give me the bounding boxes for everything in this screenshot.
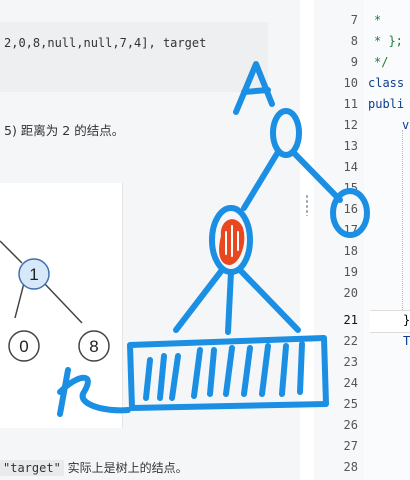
footnote-suffix: 实际上是树上的结点。 — [63, 461, 188, 475]
code-line-10[interactable]: class — [368, 73, 404, 94]
line-number: 15 — [343, 181, 358, 195]
tree-node-0-label: 0 — [19, 337, 28, 356]
line-number: 19 — [343, 265, 358, 279]
panel-splitter[interactable] — [300, 0, 314, 480]
line-number: 18 — [343, 244, 358, 258]
code-editor[interactable]: 7 8 9 10 11 12 13 14 15 16 17 18 19 20 2… — [314, 0, 410, 480]
line-number: 26 — [343, 418, 358, 432]
footnote-code: "target" — [0, 460, 64, 476]
tree-node-8-label: 8 — [89, 337, 98, 356]
line-number: 23 — [343, 355, 358, 369]
line-number: 27 — [343, 439, 358, 453]
line-number: 13 — [343, 139, 358, 153]
tree-edge — [14, 282, 25, 319]
line-number: 10 — [343, 76, 358, 90]
problem-description: 5) 距离为 2 的结点。 — [4, 123, 125, 138]
problem-panel: 2,0,8,null,null,7,4], target 5) 距离为 2 的结… — [0, 0, 300, 480]
splitter-grip-icon[interactable] — [305, 194, 309, 216]
line-number: 8 — [350, 34, 358, 48]
tree-edge — [43, 282, 83, 324]
line-number: 24 — [343, 376, 358, 390]
line-number: 28 — [343, 460, 358, 474]
tree-diagram: 1 0 8 — [0, 240, 110, 362]
code-line-12[interactable]: v — [402, 115, 409, 136]
code-line-22[interactable]: T — [403, 331, 410, 352]
line-number-active: 21 — [343, 313, 358, 327]
example-line-text: 2,0,8,null,null,7,4], target — [4, 36, 207, 50]
line-number-gutter: 7 8 9 10 11 12 13 14 15 16 17 18 19 20 2… — [314, 0, 364, 480]
line-number: 25 — [343, 397, 358, 411]
line-number: 9 — [350, 55, 358, 69]
tree-node-1-label: 1 — [29, 265, 38, 284]
indent-guide — [402, 130, 404, 310]
code-line-8[interactable]: * }; — [374, 31, 403, 52]
line-number: 11 — [343, 97, 358, 111]
line-number: 22 — [343, 334, 358, 348]
code-line-9[interactable]: */ — [374, 52, 388, 73]
line-number: 17 — [343, 223, 358, 237]
code-line-21[interactable]: } — [403, 310, 410, 331]
line-number: 14 — [343, 160, 358, 174]
line-number: 12 — [343, 118, 358, 132]
problem-footnote: "target" 实际上是树上的结点。 — [0, 459, 188, 476]
code-line-7[interactable]: * — [374, 10, 381, 31]
example-tree-figure: 1 0 8 — [0, 183, 123, 428]
line-number: 16 — [343, 202, 358, 216]
tree-edge — [0, 240, 23, 264]
line-number: 7 — [350, 13, 358, 27]
code-line-11[interactable]: publi — [368, 94, 404, 115]
line-number: 20 — [343, 286, 358, 300]
example-code-block: 2,0,8,null,null,7,4], target — [0, 22, 268, 92]
